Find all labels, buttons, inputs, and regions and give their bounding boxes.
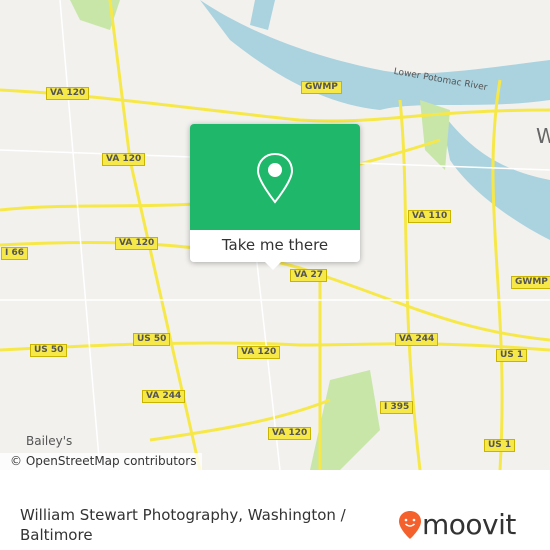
map-pin-icon bbox=[256, 152, 294, 204]
road-shield: GWMP bbox=[511, 276, 550, 289]
moovit-pin-icon bbox=[399, 510, 421, 539]
road-shield: US 1 bbox=[484, 439, 516, 452]
place-title: William Stewart Photography, Washington … bbox=[20, 506, 346, 544]
road-shield: VA 244 bbox=[142, 390, 186, 403]
attribution[interactable]: © OpenStreetMap contributors bbox=[0, 453, 203, 470]
popup-header bbox=[190, 124, 360, 230]
map[interactable]: VA 120 VA 120 VA 120 VA 120 VA 120 GWMP … bbox=[0, 0, 550, 470]
road-shield: US 1 bbox=[496, 349, 528, 362]
popup-tail bbox=[265, 262, 281, 270]
road-shield: VA 120 bbox=[46, 87, 90, 100]
place-label: W bbox=[536, 124, 550, 148]
road-shield: VA 120 bbox=[102, 153, 146, 166]
road-shield: US 50 bbox=[30, 344, 68, 357]
road-shield: I 66 bbox=[1, 247, 29, 260]
road-shield: VA 120 bbox=[115, 237, 159, 250]
take-me-there-button[interactable]: Take me there bbox=[190, 230, 360, 262]
logo-text: moovit bbox=[422, 508, 516, 541]
road-shield: VA 120 bbox=[268, 427, 312, 440]
footer: William Stewart Photography, Washington … bbox=[0, 470, 550, 550]
road-shield: GWMP bbox=[301, 81, 342, 94]
road-shield: I 395 bbox=[380, 401, 414, 414]
road-shield: VA 110 bbox=[408, 210, 452, 223]
road-shield: VA 27 bbox=[290, 269, 327, 282]
moovit-logo[interactable]: moovit bbox=[398, 508, 516, 541]
road-shield: VA 120 bbox=[237, 346, 281, 359]
place-label: Bailey's bbox=[26, 434, 73, 448]
road-shield: VA 244 bbox=[395, 333, 439, 346]
take-me-there-popup[interactable]: Take me there bbox=[190, 124, 360, 270]
road-shield: US 50 bbox=[133, 333, 171, 346]
